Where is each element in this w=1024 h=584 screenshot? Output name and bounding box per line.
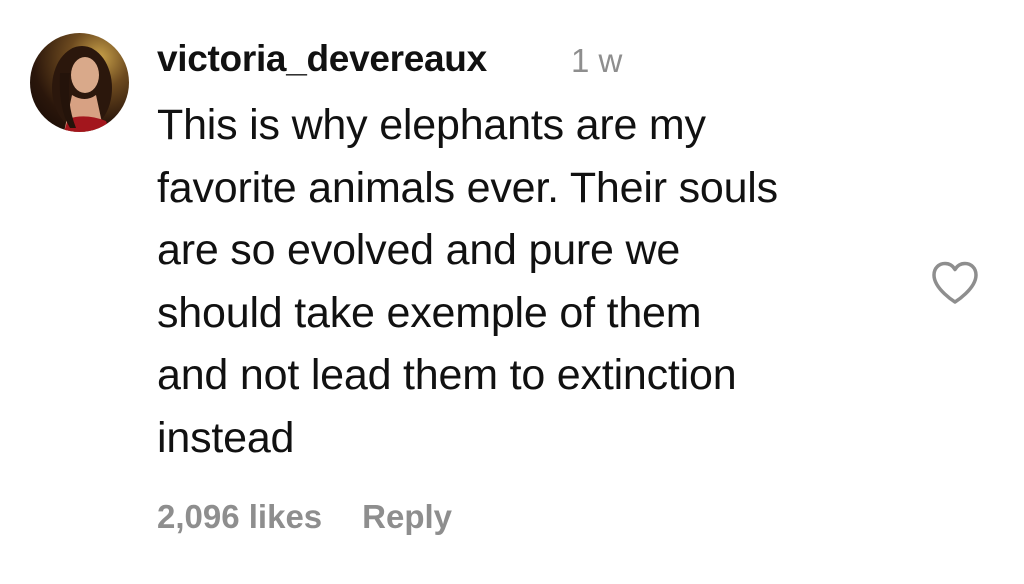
avatar[interactable] xyxy=(30,33,129,132)
reply-button[interactable]: Reply xyxy=(362,498,452,536)
comment-line: favorite animals ever. Their souls xyxy=(157,163,778,212)
comment-line: instead xyxy=(157,413,295,462)
comment-line: and not lead them to extinction xyxy=(157,351,737,399)
avatar-image xyxy=(52,46,112,132)
heart-outline-icon[interactable] xyxy=(930,260,980,306)
comment-text: This is why elephants are my favorite an… xyxy=(157,94,917,469)
comment-line: are so evolved and pure we xyxy=(157,226,681,274)
comment-line: This is why elephants are my xyxy=(157,101,706,149)
timestamp: 1 w xyxy=(571,42,623,79)
username[interactable]: victoria_devereaux xyxy=(157,38,487,80)
comment-line: should take exemple of them xyxy=(157,288,702,337)
comment-actions: 2,096 likes Reply xyxy=(157,498,452,536)
likes-count[interactable]: 2,096 likes xyxy=(157,498,322,536)
comment: victoria_devereaux 1 w This is why eleph… xyxy=(0,0,1024,584)
